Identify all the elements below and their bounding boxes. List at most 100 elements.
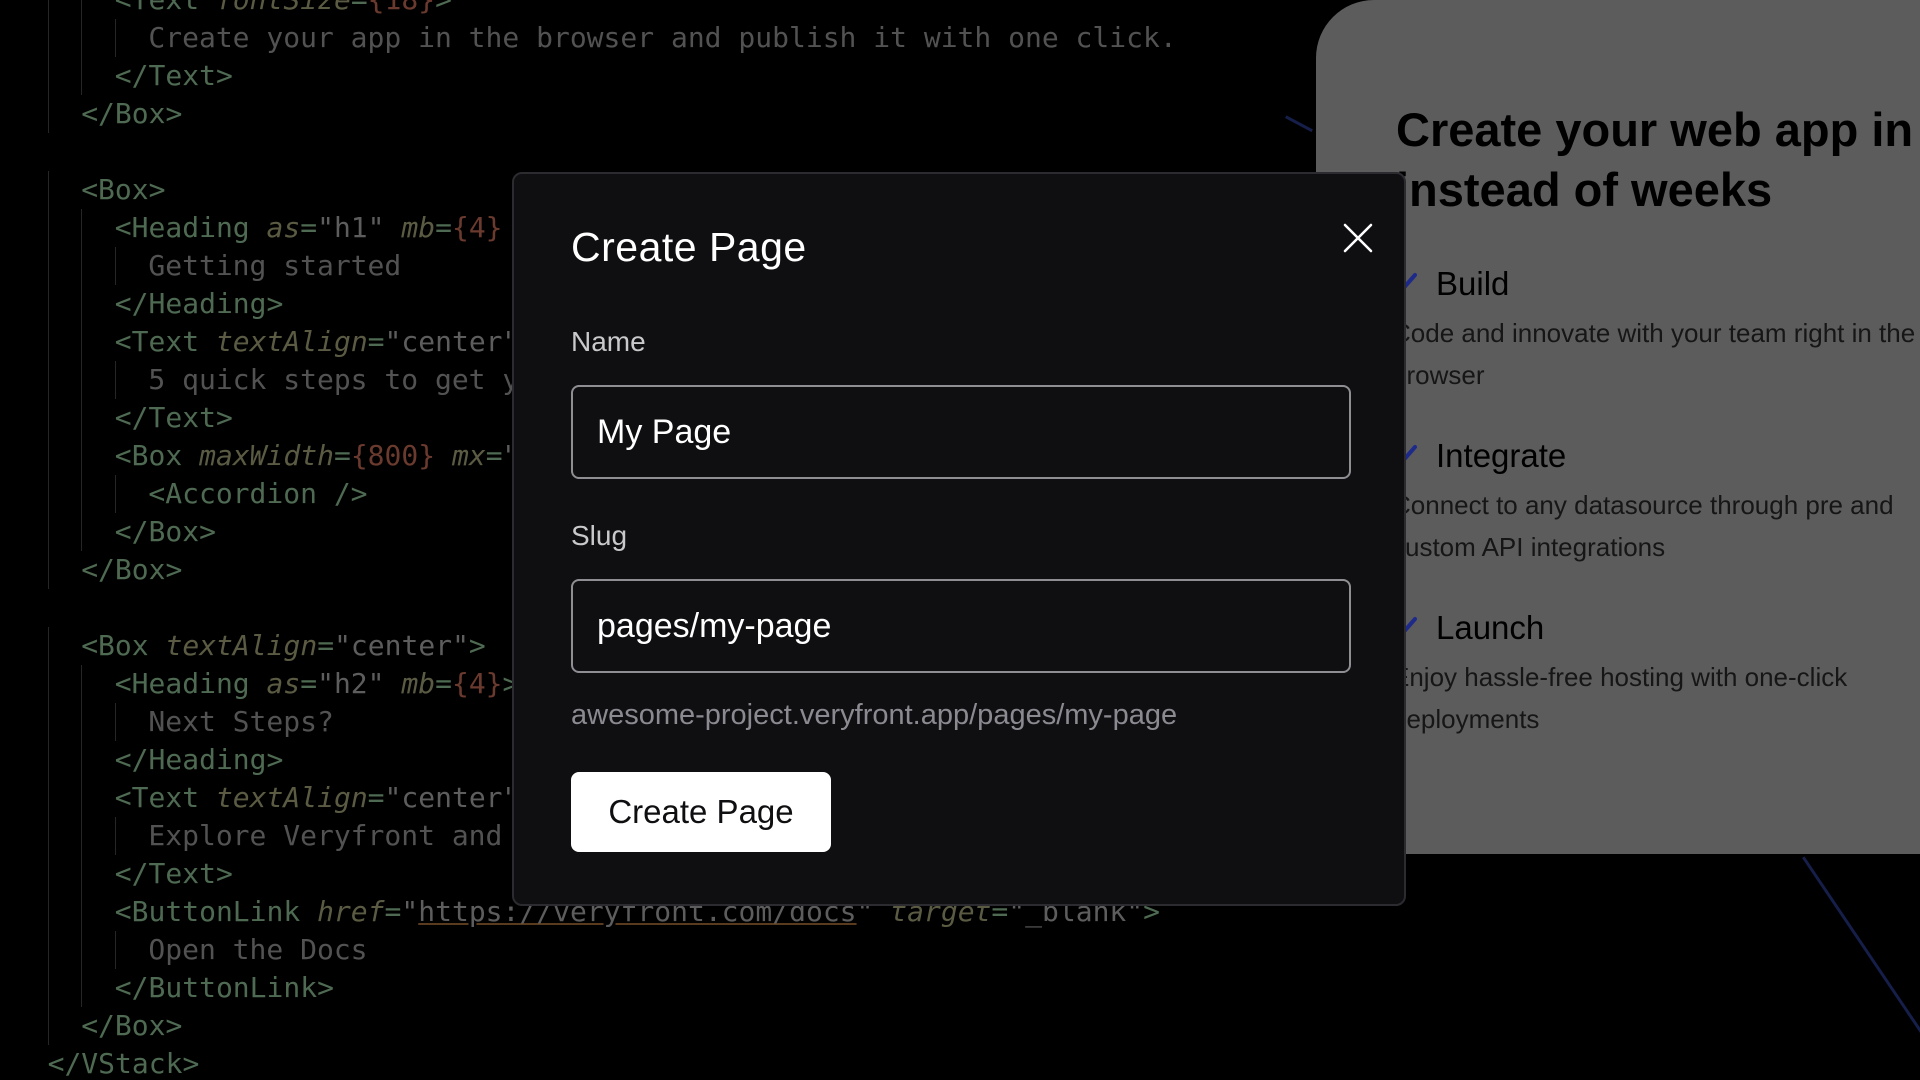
code-line: </Box> xyxy=(0,1007,182,1045)
code-line: Create your app in the browser and publi… xyxy=(0,19,1177,57)
code-token: <Accordion /> xyxy=(148,477,368,510)
code-token: <Text xyxy=(114,325,216,358)
code-line: </Text> xyxy=(0,399,233,437)
feature-title: Integrate xyxy=(1436,437,1567,474)
code-token: <Box xyxy=(81,629,166,662)
code-token: mb xyxy=(401,667,436,700)
feature-title: Build xyxy=(1436,265,1510,302)
code-token: </Text> xyxy=(114,857,233,890)
preview-heading: Create your web app in days instead of w… xyxy=(1396,103,1920,216)
code-token: > xyxy=(435,0,452,16)
code-token: = xyxy=(333,439,351,472)
code-token: textAlign xyxy=(215,781,368,814)
code-token: "h1" xyxy=(317,211,402,244)
slug-url-preview: awesome-project.veryfront.app/pages/my-p… xyxy=(571,699,1178,731)
code-line: <Text textAlign="center" xyxy=(0,779,519,817)
preview-panel: Create your web app in days instead of w… xyxy=(1316,0,1920,854)
code-token: <Heading xyxy=(114,211,267,244)
code-token: = xyxy=(435,211,452,244)
code-token: </ButtonLink> xyxy=(114,971,334,1004)
code-line: </ButtonLink> xyxy=(0,969,334,1007)
code-token: </Box> xyxy=(81,553,183,586)
name-input[interactable] xyxy=(571,385,1351,479)
code-token: <ButtonLink xyxy=(114,895,318,928)
code-line: Open the Docs xyxy=(0,931,368,969)
code-token: as xyxy=(266,211,301,244)
code-token: "center" xyxy=(384,325,520,358)
code-token: = xyxy=(367,781,385,814)
code-line: Getting started xyxy=(0,247,401,285)
code-line: </Box> xyxy=(0,95,182,133)
code-token: {800} xyxy=(350,439,436,472)
code-token: </Text> xyxy=(114,59,233,92)
code-token: textAlign xyxy=(215,325,368,358)
code-token: {4} xyxy=(451,211,503,244)
code-line: </Text> xyxy=(0,855,233,893)
slug-input[interactable] xyxy=(571,579,1351,673)
code-token: < xyxy=(115,0,132,16)
close-button[interactable] xyxy=(1334,214,1382,262)
code-token: " xyxy=(401,895,419,928)
code-line: </Box> xyxy=(0,513,216,551)
dialog-title: Create Page xyxy=(571,224,807,270)
code-line: Next Steps? xyxy=(0,703,334,741)
code-token: Getting started xyxy=(148,249,402,282)
code-token: maxWidth xyxy=(199,439,334,472)
code-token: </Box> xyxy=(114,515,216,548)
code-token: mb xyxy=(401,211,436,244)
code-token: </Text> xyxy=(114,401,233,434)
slug-label: Slug xyxy=(571,520,628,551)
code-line: </Heading> xyxy=(0,285,283,323)
code-line: </Box> xyxy=(0,551,182,589)
close-icon xyxy=(1343,223,1373,253)
code-token: as xyxy=(266,667,301,700)
code-line: <Box maxWidth={800} mx="a xyxy=(0,437,536,475)
code-line: <Heading as="h2" mb={4}> xyxy=(0,665,519,703)
code-token: href xyxy=(317,895,385,928)
code-line: Explore Veryfront and v xyxy=(0,817,536,855)
code-token: </Heading> xyxy=(114,287,284,320)
code-token: = xyxy=(317,629,335,662)
code-token: </Heading> xyxy=(114,743,284,776)
code-token: Explore Veryfront and v xyxy=(148,819,537,852)
code-token: textAlign xyxy=(165,629,318,662)
code-token: = xyxy=(435,667,452,700)
code-token: </VStack> xyxy=(47,1047,200,1080)
code-token: Open the Docs xyxy=(148,933,368,966)
code-line: <Text fontSize={18}> xyxy=(0,0,452,19)
create-page-button[interactable]: Create Page xyxy=(571,772,831,852)
code-token: Create your app in the browser and publi… xyxy=(148,21,1177,54)
code-token: {18} xyxy=(368,0,435,16)
code-token: 5 quick steps to get yo xyxy=(148,363,537,396)
code-line: </Text> xyxy=(0,57,233,95)
code-line: <Heading as="h1" mb={4} t xyxy=(0,209,536,247)
name-label: Name xyxy=(571,326,646,357)
code-line: <Text textAlign="center" xyxy=(0,323,519,361)
code-token: = xyxy=(300,211,318,244)
code-token: </Box> xyxy=(81,97,183,130)
feature-description: Code and innovate with your team right i… xyxy=(1392,318,1916,390)
code-line: </Heading> xyxy=(0,741,283,779)
code-token: "center" xyxy=(384,781,520,814)
code-token: "center" xyxy=(334,629,469,662)
code-token: <Box xyxy=(114,439,200,472)
code-line: <Box textAlign="center"> xyxy=(0,627,486,665)
code-line: 5 quick steps to get yo xyxy=(0,361,536,399)
code-token: = xyxy=(367,325,385,358)
feature-integrate: Integrate Connect to any datasource thro… xyxy=(1392,434,1920,568)
code-token: {4} xyxy=(451,667,503,700)
code-token: = xyxy=(384,895,402,928)
code-token: <Heading xyxy=(114,667,267,700)
code-token: mx xyxy=(435,439,486,472)
code-line: </VStack> xyxy=(0,1045,200,1080)
decorative-line xyxy=(1802,856,1920,1066)
feature-description: Enjoy hassle-free hosting with one-click… xyxy=(1392,662,1848,734)
code-token: = xyxy=(300,667,318,700)
code-line: <Box> xyxy=(0,171,165,209)
feature-launch: Launch Enjoy hassle-free hosting with on… xyxy=(1392,606,1920,740)
code-token: <Box> xyxy=(81,173,166,206)
code-token: fontSize xyxy=(216,0,351,16)
feature-build: Build Code and innovate with your team r… xyxy=(1392,262,1920,396)
